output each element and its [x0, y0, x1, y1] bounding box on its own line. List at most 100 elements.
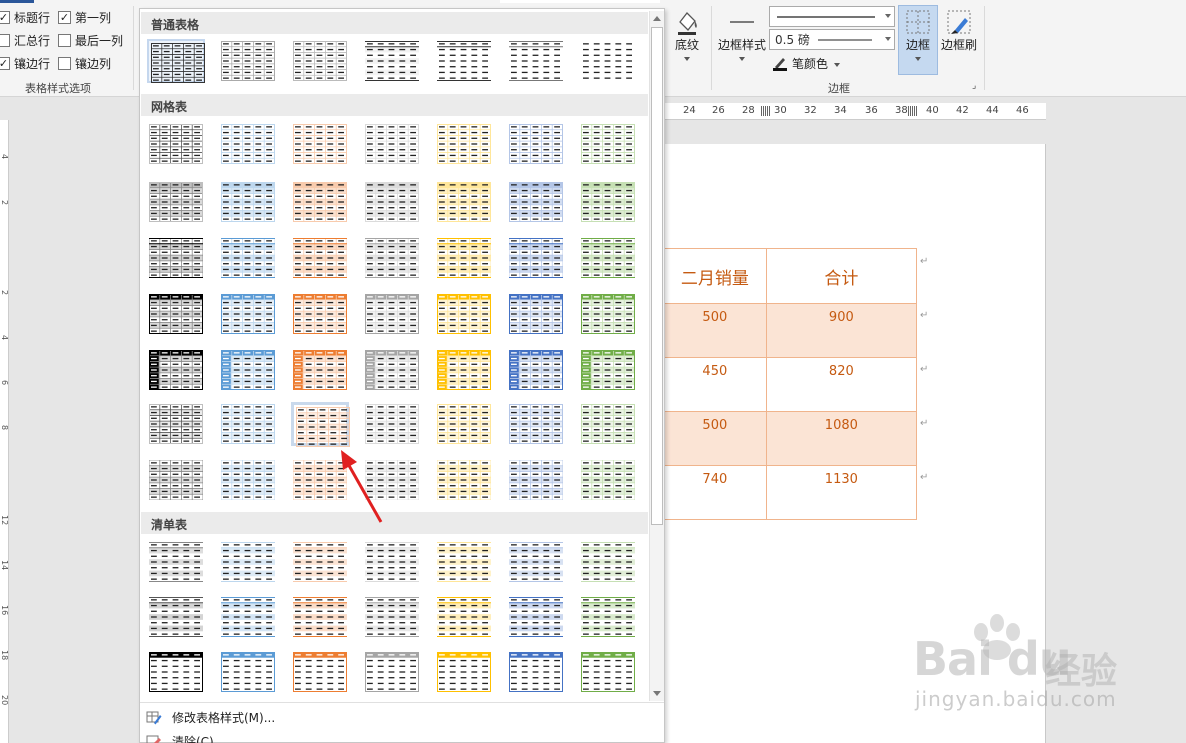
grid-table-style-3-2[interactable]: [219, 236, 277, 280]
grid-table-style-4-6[interactable]: [507, 292, 565, 336]
dialog-launcher-icon[interactable]: ⌟: [972, 81, 976, 91]
option-first-column[interactable]: ✓ 第一列: [58, 9, 111, 25]
grid-table-style-3-5[interactable]: [435, 236, 493, 280]
list-table-style-3-1[interactable]: [147, 650, 205, 694]
table-cell[interactable]: 500: [664, 411, 767, 466]
grid-table-style-3-6[interactable]: [507, 236, 565, 280]
grid-table-style-5-1[interactable]: [147, 348, 205, 392]
checkbox-last-column[interactable]: [58, 33, 71, 47]
list-table-style-3-5[interactable]: [435, 650, 493, 694]
pen-color-button[interactable]: 笔颜色: [772, 55, 841, 71]
grid-table-style-2-1[interactable]: [147, 180, 205, 224]
table-header-cell[interactable]: 合计: [765, 248, 918, 304]
grid-table-style-6-1[interactable]: [147, 402, 205, 446]
table-cell[interactable]: 900: [765, 303, 918, 358]
line-style-dropdown[interactable]: [769, 6, 895, 27]
plain-table-style-7[interactable]: [579, 39, 637, 83]
grid-table-style-2-3[interactable]: [291, 180, 349, 224]
grid-table-style-6-3[interactable]: [291, 402, 350, 447]
grid-table-style-3-1[interactable]: [147, 236, 205, 280]
table-style-gallery[interactable]: 普通表格 网格表 清单表 修改表格样式(M)... 清除(C): [139, 8, 665, 743]
grid-table-style-5-6[interactable]: [507, 348, 565, 392]
table-header-cell[interactable]: 二月销量: [664, 248, 767, 304]
grid-table-style-5-2[interactable]: [219, 348, 277, 392]
grid-table-style-7-5[interactable]: [435, 458, 493, 502]
grid-table-style-4-2[interactable]: [219, 292, 277, 336]
modify-table-style-menu-item[interactable]: 修改表格样式(M)...: [146, 706, 275, 728]
scroll-down-arrow-icon[interactable]: [653, 691, 661, 696]
option-banded-rows[interactable]: ✓ 镶边行: [0, 55, 50, 71]
grid-table-style-6-2[interactable]: [219, 402, 277, 446]
checkbox-total-row[interactable]: [0, 33, 10, 47]
grid-table-style-7-1[interactable]: [147, 458, 205, 502]
border-styles-button[interactable]: 边框样式: [716, 8, 768, 61]
grid-table-style-4-5[interactable]: [435, 292, 493, 336]
plain-table-style-4[interactable]: [363, 39, 421, 83]
checkbox-first-column[interactable]: ✓: [58, 10, 71, 24]
list-table-style-2-4[interactable]: [363, 595, 421, 639]
list-table-style-3-6[interactable]: [507, 650, 565, 694]
shading-button[interactable]: 底纹: [668, 8, 706, 61]
border-painter-button[interactable]: 边框刷: [939, 8, 979, 53]
grid-table-style-4-3[interactable]: [291, 292, 349, 336]
grid-table-style-6-7[interactable]: [579, 402, 637, 446]
option-header-row[interactable]: ✓ 标题行: [0, 9, 50, 25]
plain-table-style-2[interactable]: [219, 39, 277, 83]
list-table-style-2-5[interactable]: [435, 595, 493, 639]
grid-table-style-6-5[interactable]: [435, 402, 493, 446]
list-table-style-3-3[interactable]: [291, 650, 349, 694]
table-cell[interactable]: 1130: [765, 465, 918, 520]
list-table-style-3-2[interactable]: [219, 650, 277, 694]
gallery-scrollbar[interactable]: [649, 11, 664, 701]
grid-table-style-5-5[interactable]: [435, 348, 493, 392]
grid-table-style-1-4[interactable]: [363, 122, 421, 166]
column-marker[interactable]: [908, 106, 917, 116]
grid-table-style-2-6[interactable]: [507, 180, 565, 224]
list-table-style-1-3[interactable]: [291, 540, 349, 584]
checkbox-header-row[interactable]: ✓: [0, 10, 10, 24]
column-marker[interactable]: [761, 106, 770, 116]
scrollbar-thumb[interactable]: [651, 27, 663, 525]
grid-table-style-3-4[interactable]: [363, 236, 421, 280]
grid-table-style-7-7[interactable]: [579, 458, 637, 502]
scroll-up-arrow-icon[interactable]: [653, 16, 661, 21]
list-table-style-2-2[interactable]: [219, 595, 277, 639]
grid-table-style-2-2[interactable]: [219, 180, 277, 224]
option-last-column[interactable]: 最后一列: [58, 32, 123, 48]
grid-table-style-1-3[interactable]: [291, 122, 349, 166]
grid-table-style-4-1[interactable]: [147, 292, 205, 336]
grid-table-style-5-4[interactable]: [363, 348, 421, 392]
list-table-style-2-1[interactable]: [147, 595, 205, 639]
grid-table-style-2-5[interactable]: [435, 180, 493, 224]
plain-table-style-3[interactable]: [291, 39, 349, 83]
option-banded-columns[interactable]: 镶边列: [58, 55, 111, 71]
grid-table-style-1-5[interactable]: [435, 122, 493, 166]
list-table-style-1-4[interactable]: [363, 540, 421, 584]
list-table-style-1-5[interactable]: [435, 540, 493, 584]
clear-table-style-menu-item[interactable]: 清除(C): [146, 730, 214, 743]
table-cell[interactable]: 450: [664, 357, 767, 412]
grid-table-style-5-7[interactable]: [579, 348, 637, 392]
option-total-row[interactable]: 汇总行: [0, 32, 50, 48]
list-table-style-2-7[interactable]: [579, 595, 637, 639]
plain-table-style-5[interactable]: [435, 39, 493, 83]
grid-table-style-4-7[interactable]: [579, 292, 637, 336]
list-table-style-1-2[interactable]: [219, 540, 277, 584]
grid-table-style-7-2[interactable]: [219, 458, 277, 502]
grid-table-style-2-7[interactable]: [579, 180, 637, 224]
plain-table-style-1[interactable]: [147, 39, 205, 83]
plain-table-style-6[interactable]: [507, 39, 565, 83]
grid-table-style-1-1[interactable]: [147, 122, 205, 166]
grid-table-style-6-4[interactable]: [363, 402, 421, 446]
grid-table-style-1-2[interactable]: [219, 122, 277, 166]
grid-table-style-3-7[interactable]: [579, 236, 637, 280]
table-cell[interactable]: 740: [664, 465, 767, 520]
list-table-style-3-7[interactable]: [579, 650, 637, 694]
checkbox-banded-columns[interactable]: [58, 56, 71, 70]
list-table-style-2-3[interactable]: [291, 595, 349, 639]
list-table-style-1-7[interactable]: [579, 540, 637, 584]
table-cell[interactable]: 500: [664, 303, 767, 358]
line-weight-dropdown[interactable]: 0.5 磅: [769, 29, 895, 50]
borders-button[interactable]: 边框: [898, 5, 938, 75]
checkbox-banded-rows[interactable]: ✓: [0, 56, 10, 70]
